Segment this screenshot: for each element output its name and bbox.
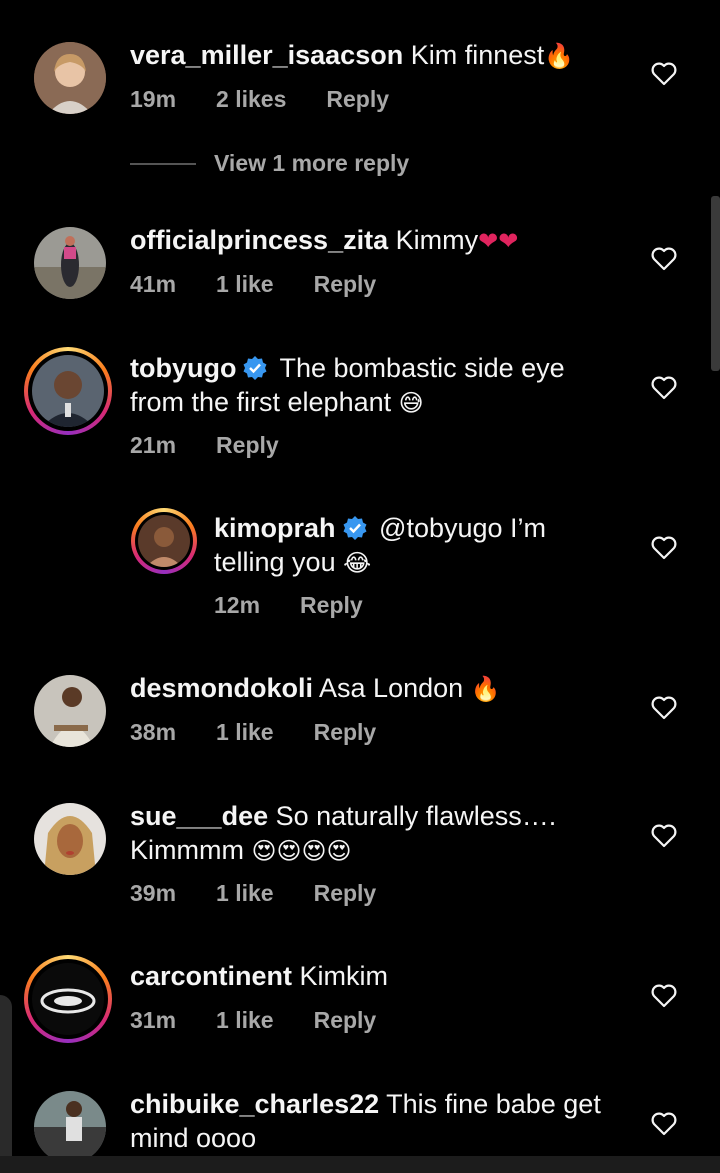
username[interactable]: kimoprah [214, 513, 336, 543]
comments-screen: vera_miller_isaacson Kim finnest🔥 19m 2 … [0, 0, 720, 1173]
comment-meta: 31m 1 like Reply [130, 1007, 416, 1034]
comment-text: This fine babe get [386, 1089, 601, 1119]
avatar [138, 515, 190, 567]
reply-button[interactable]: Reply [314, 880, 377, 907]
timestamp: 21m [130, 432, 177, 458]
avatar[interactable] [34, 1091, 106, 1163]
comment-text-line2: from the first elephant [130, 387, 392, 417]
avatar[interactable] [34, 675, 106, 747]
timestamp: 39m [130, 880, 177, 906]
comment-text-line2: telling you [214, 547, 336, 577]
timestamp: 41m [130, 271, 177, 297]
fire-emoji: 🔥 [470, 675, 501, 703]
comment-meta: 21m Reply [130, 432, 319, 459]
comment-text-line2: mind oooo [130, 1123, 257, 1153]
comment-text: So naturally flawless…. [275, 801, 557, 831]
reply-button[interactable]: Reply [326, 86, 389, 113]
username[interactable]: vera_miller_isaacson [130, 40, 403, 70]
heart-outline-icon[interactable] [651, 824, 677, 848]
comment-body: vera_miller_isaacson Kim finnest🔥 [130, 38, 574, 73]
like-count[interactable]: 1 like [216, 880, 274, 907]
verified-badge-icon [243, 356, 267, 380]
comment-text: @tobyugo I’m [379, 513, 547, 543]
username[interactable]: desmondokoli [130, 673, 313, 703]
avatar[interactable] [34, 42, 106, 114]
avatar[interactable] [34, 227, 106, 299]
comment-body: carcontinent Kimkim [130, 959, 388, 993]
reply-button[interactable]: Reply [314, 1007, 377, 1034]
joy-emoji: 😂 [343, 549, 372, 577]
heart-outline-icon[interactable] [651, 62, 677, 86]
sweat-smile-emoji: 😅 [398, 389, 424, 417]
comment-text: Asa London [319, 673, 464, 703]
comment-text: Kimmy [395, 225, 479, 255]
comment-meta: 12m Reply [214, 592, 403, 619]
avatar [32, 963, 104, 1035]
timestamp: 31m [130, 1007, 177, 1033]
comment-meta: 19m 2 likes Reply [130, 86, 429, 113]
comment-body: officialprincess_zita Kimmy❤❤ [130, 223, 518, 258]
comment-text: The bombastic side eye [279, 353, 565, 383]
comment-body: sue___dee So naturally flawless…. Kimmmm… [130, 799, 556, 868]
username[interactable]: carcontinent [130, 961, 292, 991]
scrollbar[interactable] [711, 196, 720, 371]
username[interactable]: chibuike_charles22 [130, 1089, 379, 1119]
timestamp: 19m [130, 86, 177, 112]
heart-outline-icon[interactable] [651, 1112, 677, 1136]
comment-body: tobyugo The bombastic side eye from the … [130, 351, 565, 420]
comment-text: Kimkim [299, 961, 389, 991]
divider-line [130, 162, 196, 165]
comment-text-line2: Kimmmm [130, 835, 244, 865]
comment-body: kimoprah @tobyugo I’m telling you 😂 [214, 511, 546, 580]
reply-button[interactable]: Reply [314, 719, 377, 746]
username[interactable]: sue___dee [130, 801, 268, 831]
comment-meta: 38m 1 like Reply [130, 719, 416, 746]
heart-outline-icon[interactable] [651, 984, 677, 1008]
comment-text: Kim finnest [410, 40, 545, 70]
comment-body: chibuike_charles22 This fine babe get mi… [130, 1087, 601, 1155]
heart-outline-icon[interactable] [651, 536, 677, 560]
avatar[interactable] [34, 803, 106, 875]
timestamp: 38m [130, 719, 177, 745]
like-count[interactable]: 1 like [216, 719, 274, 746]
heart-outline-icon[interactable] [651, 376, 677, 400]
story-ring-avatar[interactable] [131, 508, 197, 574]
heart-outline-icon[interactable] [651, 247, 677, 271]
edge-panel-handle[interactable] [0, 995, 12, 1165]
reply-button[interactable]: Reply [314, 271, 377, 298]
verified-badge-icon [343, 516, 367, 540]
avatar [32, 355, 104, 427]
view-more-replies[interactable]: View 1 more reply [130, 150, 409, 177]
story-ring-avatar[interactable] [24, 955, 112, 1043]
timestamp: 12m [214, 592, 261, 618]
comment-body: desmondokoli Asa London 🔥 [130, 671, 501, 706]
fire-emoji: 🔥 [544, 42, 575, 70]
heart-eyes-emoji: 😍😍😍😍 [251, 837, 352, 865]
like-count[interactable]: 1 like [216, 271, 274, 298]
heart-outline-icon[interactable] [651, 696, 677, 720]
reply-button[interactable]: Reply [216, 432, 279, 459]
username[interactable]: officialprincess_zita [130, 225, 388, 255]
bottom-bar [0, 1156, 720, 1173]
like-count[interactable]: 1 like [216, 1007, 274, 1034]
comment-meta: 41m 1 like Reply [130, 271, 416, 298]
username[interactable]: tobyugo [130, 353, 236, 383]
reply-button[interactable]: Reply [300, 592, 363, 619]
story-ring-avatar[interactable] [24, 347, 112, 435]
view-more-label[interactable]: View 1 more reply [214, 150, 409, 177]
heart-emoji: ❤❤ [478, 227, 519, 255]
comment-meta: 39m 1 like Reply [130, 880, 416, 907]
like-count[interactable]: 2 likes [216, 86, 286, 113]
